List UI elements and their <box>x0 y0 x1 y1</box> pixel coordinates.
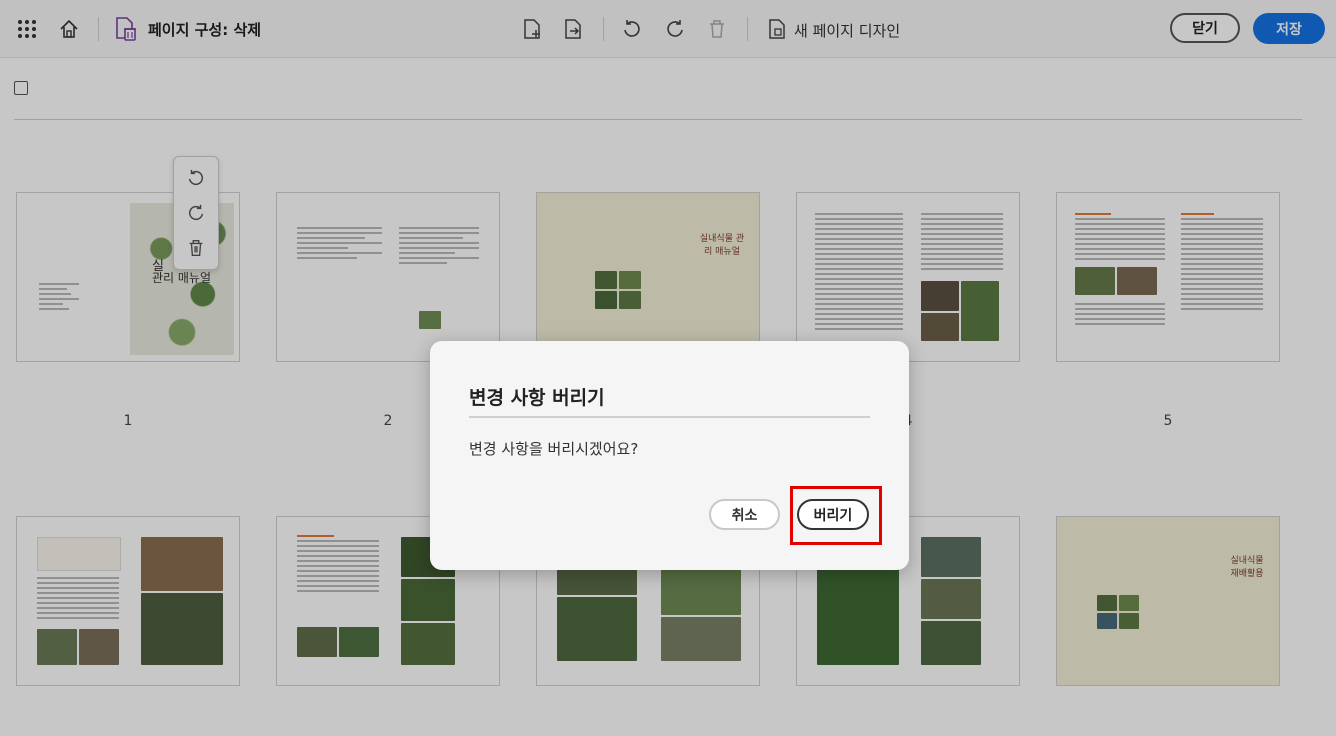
dialog-title: 변경 사항 버리기 <box>469 387 605 409</box>
dialog-message: 변경 사항을 버리시겠어요? <box>469 440 639 458</box>
discard-changes-dialog: 변경 사항 버리기 변경 사항을 버리시겠어요? 취소 버리기 <box>430 341 909 570</box>
discard-button[interactable]: 버리기 <box>797 499 869 530</box>
cancel-button[interactable]: 취소 <box>709 499 780 530</box>
dialog-divider <box>469 416 870 418</box>
